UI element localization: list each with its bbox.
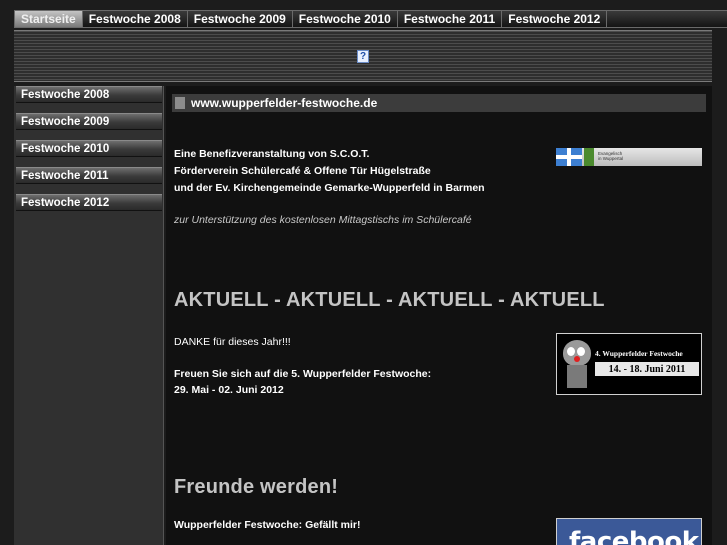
sidebar: Festwoche 2008 Festwoche 2009 Festwoche … <box>14 86 164 545</box>
main-content: www.wupperfelder-festwoche.de Eine Benef… <box>166 86 712 545</box>
facebook-like-text: Wupperfelder Festwoche: Gefällt mir! <box>174 519 361 531</box>
tab-festwoche-2011[interactable]: Festwoche 2011 <box>397 10 503 28</box>
sidebar-item-festwoche-2008[interactable]: Festwoche 2008 <box>16 86 162 103</box>
broken-image-icon: ? <box>357 50 369 63</box>
tab-bar-filler <box>607 10 727 28</box>
sponsor-logo-text-2: in Wuppertal <box>598 156 624 161</box>
logo-mark-icon <box>584 148 594 166</box>
sidebar-item-festwoche-2011[interactable]: Festwoche 2011 <box>16 167 162 184</box>
sidebar-item-festwoche-2012[interactable]: Festwoche 2012 <box>16 194 162 211</box>
thanks-text: DANKE für dieses Jahr!!! <box>174 336 291 348</box>
square-bullet-icon <box>175 97 185 109</box>
friends-headline: Freunde werden! <box>174 476 339 498</box>
tab-festwoche-2008[interactable]: Festwoche 2008 <box>82 10 188 28</box>
mascot-figure-icon <box>561 340 593 388</box>
top-navigation: Startseite Festwoche 2008 Festwoche 2009… <box>14 10 727 28</box>
intro-line-2: Förderverein Schülercafé & Offene Tür Hü… <box>174 165 431 177</box>
festwoche-2011-badge[interactable]: 4. Wupperfelder Festwoche 14. - 18. Juni… <box>556 333 702 395</box>
intro-purpose: zur Unterstützung des kostenlosen Mittag… <box>174 214 472 226</box>
facebook-button[interactable]: facebook <box>556 518 702 545</box>
next-festwoche-line-1: Freuen Sie sich auf die 5. Wupperfelder … <box>174 368 432 380</box>
tab-festwoche-2012[interactable]: Festwoche 2012 <box>502 10 608 28</box>
site-url: www.wupperfelder-festwoche.de <box>191 96 378 110</box>
sidebar-item-festwoche-2010[interactable]: Festwoche 2010 <box>16 140 162 157</box>
cross-logo-icon <box>556 148 582 166</box>
sponsor-logo[interactable]: Evangelisch in Wuppertal <box>556 148 702 166</box>
facebook-logo-text: facebook <box>569 527 699 545</box>
next-festwoche-dates: 29. Mai - 02. Juni 2012 <box>174 384 284 396</box>
facebook-like-name: Wupperfelder Festwoche <box>174 519 299 531</box>
tab-startseite[interactable]: Startseite <box>14 10 83 28</box>
festwoche-badge-title: 4. Wupperfelder Festwoche <box>595 349 683 358</box>
sponsor-logo-text: Evangelisch in Wuppertal <box>598 151 624 162</box>
facebook-like-suffix: : Gefällt mir! <box>298 519 361 531</box>
intro-line-1: Eine Benefizveranstaltung von S.C.O.T. <box>174 148 370 160</box>
aktuell-headline: AKTUELL - AKTUELL - AKTUELL - AKTUELL <box>174 289 605 311</box>
url-header-bar: www.wupperfelder-festwoche.de <box>172 94 706 112</box>
header-banner: ? <box>14 30 712 82</box>
tab-festwoche-2009[interactable]: Festwoche 2009 <box>187 10 293 28</box>
tab-festwoche-2010[interactable]: Festwoche 2010 <box>292 10 398 28</box>
intro-line-3: und der Ev. Kirchengemeinde Gemarke-Wupp… <box>174 182 485 194</box>
festwoche-badge-dates: 14. - 18. Juni 2011 <box>595 362 699 376</box>
sidebar-item-festwoche-2009[interactable]: Festwoche 2009 <box>16 113 162 130</box>
